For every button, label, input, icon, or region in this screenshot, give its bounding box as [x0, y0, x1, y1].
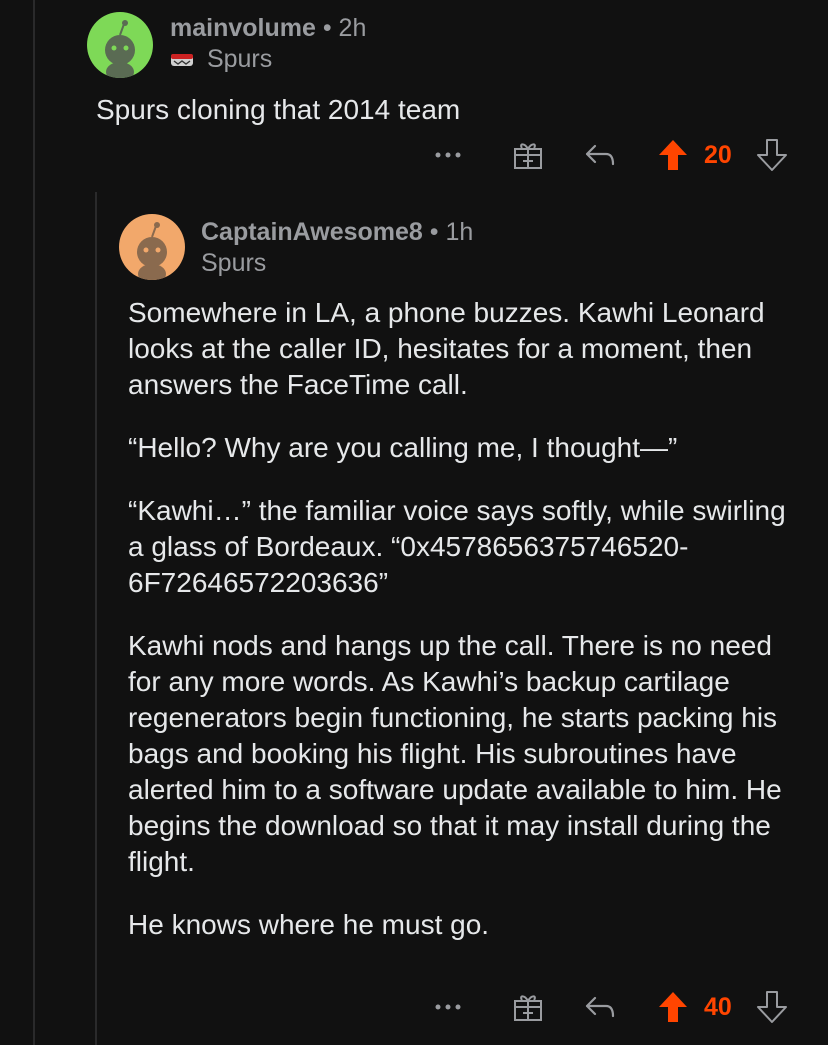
downvote-icon	[757, 139, 787, 171]
spurs-flair-icon	[171, 54, 193, 67]
reply-button[interactable]	[582, 135, 618, 175]
reply-icon	[585, 996, 615, 1018]
reply-icon	[585, 144, 615, 166]
vote-count: 20	[704, 141, 732, 169]
flair: Spurs	[170, 45, 272, 74]
comment-paragraph: Somewhere in LA, a phone buzzes. Kawhi L…	[128, 297, 765, 400]
comment-captainawesome8: CaptainAwesome8 • 1h Spurs Somewhere in …	[0, 190, 828, 1045]
comment-paragraph: Spurs cloning that 2014 team	[96, 94, 461, 125]
flair: Spurs	[201, 249, 266, 278]
downvote-icon	[757, 991, 787, 1023]
upvote-button[interactable]	[655, 135, 691, 175]
flair-label: Spurs	[206, 45, 273, 73]
comment-actions: 20	[0, 135, 828, 175]
award-icon	[514, 995, 542, 1021]
comment-paragraph: Kawhi nods and hangs up the call. There …	[128, 630, 782, 877]
timestamp: 1h	[445, 218, 474, 246]
vote-count: 40	[704, 993, 732, 1021]
more-icon	[435, 152, 461, 158]
upvote-icon	[659, 992, 687, 1022]
comment-body: Somewhere in LA, a phone buzzes. Kawhi L…	[128, 295, 798, 970]
downvote-button[interactable]	[754, 135, 790, 175]
timestamp: 2h	[338, 14, 367, 42]
upvote-icon	[659, 140, 687, 170]
username-line: CaptainAwesome8 • 1h	[201, 218, 473, 247]
snoo-avatar-icon	[137, 222, 167, 280]
username[interactable]: CaptainAwesome8	[201, 218, 423, 246]
separator: •	[429, 218, 439, 246]
separator: •	[322, 14, 332, 42]
comment-mainvolume: mainvolume • 2h Spurs Spurs cloning that…	[0, 0, 828, 190]
upvote-button[interactable]	[655, 987, 691, 1027]
comment-paragraph: “Kawhi…” the familiar voice says softly,…	[128, 495, 786, 598]
comment-paragraph: “Hello? Why are you calling me, I though…	[128, 432, 678, 463]
flair-label: Spurs	[201, 249, 267, 277]
comment-actions: 40	[0, 987, 828, 1027]
award-button[interactable]	[510, 987, 546, 1027]
avatar[interactable]	[87, 12, 153, 78]
award-button[interactable]	[510, 135, 546, 175]
more-button[interactable]	[430, 987, 466, 1027]
reply-button[interactable]	[582, 987, 618, 1027]
username[interactable]: mainvolume	[170, 14, 316, 42]
more-icon	[435, 1004, 461, 1010]
snoo-avatar-icon	[105, 20, 135, 78]
username-line: mainvolume • 2h	[170, 14, 366, 43]
more-button[interactable]	[430, 135, 466, 175]
avatar[interactable]	[119, 214, 185, 280]
comment-paragraph: He knows where he must go.	[128, 909, 490, 940]
award-icon	[514, 143, 542, 169]
downvote-button[interactable]	[754, 987, 790, 1027]
